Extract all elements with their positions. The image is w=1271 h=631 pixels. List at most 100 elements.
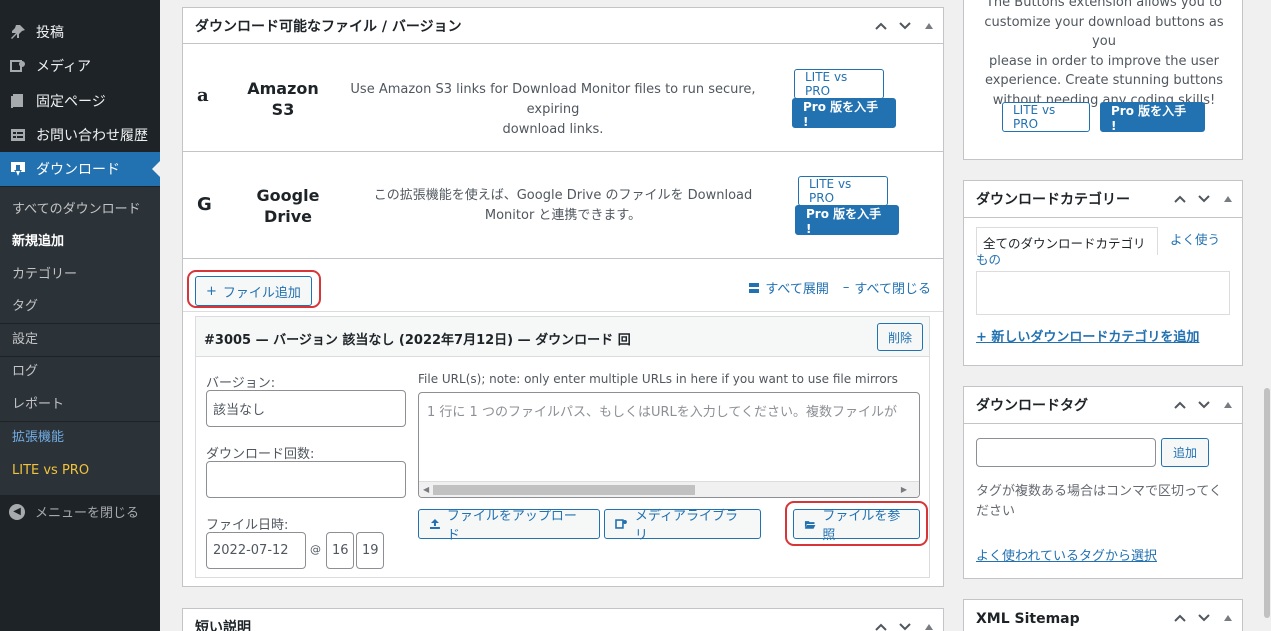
lite-vs-pro-button[interactable]: LITE vs PRO [798, 176, 888, 206]
collapse-menu-button[interactable]: ◀ メニューを閉じる [9, 502, 139, 521]
chevron-up-icon[interactable] [873, 18, 889, 34]
media-icon [615, 519, 627, 529]
extension-amazon-s3: a Amazon S3 Use Amazon S3 links for Down… [183, 45, 943, 152]
pin-icon [9, 23, 27, 41]
menu-label: メディア [36, 59, 92, 75]
toggle-triangle-icon[interactable] [1224, 402, 1232, 408]
chevron-down-icon[interactable] [897, 18, 913, 34]
submenu-tags[interactable]: タグ [12, 297, 38, 317]
chevron-down-icon[interactable] [1196, 191, 1212, 207]
media-icon [9, 57, 27, 75]
tab-popular-cont[interactable]: もの [976, 249, 1001, 268]
popular-tags-link[interactable]: よく使われているタグから選択 [976, 545, 1157, 564]
lite-vs-pro-button[interactable]: LITE vs PRO [794, 69, 884, 99]
files-box-header: ダウンロード可能なファイル / バージョン [183, 8, 943, 44]
menu-item-inquiries[interactable]: お問い合わせ履歴 [0, 118, 160, 152]
submenu-divider [0, 356, 160, 357]
xml-sitemap-box: XML Sitemap [963, 599, 1243, 631]
menu-item-posts[interactable]: 投稿 [0, 15, 160, 49]
page-scrollbar[interactable] [1262, 0, 1271, 631]
submenu-settings[interactable]: 設定 [12, 330, 38, 350]
category-box-title: ダウンロードカテゴリー [976, 192, 1130, 208]
file-url-label: File URL(s); note: only enter multiple U… [418, 372, 898, 386]
submenu-all-downloads[interactable]: すべてのダウンロード [12, 200, 141, 220]
sitemap-box-header: XML Sitemap [964, 600, 1242, 631]
chevron-down-icon[interactable] [1196, 610, 1212, 626]
highlight-ring [785, 501, 928, 546]
get-pro-button[interactable]: Pro 版を入手 ! [795, 205, 899, 236]
version-panel: #3005 — バージョン 該当なし (2022年7月12日) — ダウンロード… [195, 316, 930, 578]
page-scrollbar-thumb[interactable] [1264, 388, 1270, 618]
toggle-triangle-icon[interactable] [1224, 615, 1232, 621]
version-input[interactable]: 該当なし [206, 390, 406, 427]
promo-text: The Buttons extension allows you to cust… [984, 0, 1224, 108]
toggle-triangle-icon[interactable] [925, 23, 933, 29]
scroll-left-icon[interactable]: ◀ [423, 485, 429, 494]
upload-file-button[interactable]: ファイルをアップロード [418, 509, 600, 543]
chevron-up-icon[interactable] [1172, 191, 1188, 207]
category-checklist[interactable] [976, 271, 1230, 315]
version-header[interactable]: #3005 — バージョン 該当なし (2022年7月12日) — ダウンロード… [196, 317, 929, 357]
chevron-up-icon[interactable] [1172, 397, 1188, 413]
tag-box-title: ダウンロードタグ [976, 398, 1088, 414]
lite-vs-pro-button[interactable]: LITE vs PRO [1002, 102, 1090, 132]
chevron-down-icon[interactable] [897, 619, 913, 631]
submenu-logs[interactable]: ログ [12, 362, 38, 382]
tag-box-header: ダウンロードタグ [964, 387, 1242, 424]
category-box-header: ダウンロードカテゴリー [964, 181, 1242, 218]
scroll-right-icon[interactable]: ▶ [901, 485, 907, 494]
add-new-category-link[interactable]: + 新しいダウンロードカテゴリを追加 [976, 326, 1199, 345]
get-pro-button[interactable]: Pro 版を入手 ! [1100, 102, 1205, 133]
download-icon [9, 160, 27, 178]
add-tag-button[interactable]: 追加 [1161, 438, 1209, 467]
expand-icon [749, 282, 760, 293]
submenu-reports[interactable]: レポート [12, 395, 64, 415]
submenu-categories[interactable]: カテゴリー [12, 265, 77, 285]
toggle-triangle-icon[interactable] [925, 624, 933, 630]
menu-item-media[interactable]: メディア [0, 49, 160, 83]
files-box-title: ダウンロード可能なファイル / バージョン [195, 18, 462, 35]
collapse-arrow-icon: ◀ [9, 503, 25, 520]
files-toolbar: + ファイル追加 すべて展開 – すべて閉じる [183, 266, 943, 312]
expand-all-link[interactable]: すべて展開 [748, 278, 829, 297]
extension-description: この拡張機能を使えば、Google Drive のファイルを Download … [373, 188, 753, 223]
page-icon [9, 92, 27, 110]
extension-description: Use Amazon S3 links for Download Monitor… [350, 82, 756, 137]
short-description-box: 短い説明 [182, 608, 944, 631]
collapse-label: メニューを閉じる [35, 506, 140, 521]
menu-item-pages[interactable]: 固定ページ [0, 84, 160, 118]
short-desc-title: 短い説明 [195, 620, 251, 631]
menu-label: 固定ページ [36, 94, 106, 110]
delete-version-button[interactable]: 削除 [876, 323, 923, 351]
file-date-input[interactable]: 2022-07-12 [206, 532, 306, 569]
collapse-all-link[interactable]: – すべて閉じる [843, 278, 931, 297]
inbox-icon [9, 126, 27, 144]
toggle-triangle-icon[interactable] [1224, 196, 1232, 202]
media-library-button[interactable]: メディアライブラリ [604, 509, 761, 543]
download-tag-box: ダウンロードタグ 追加 タグが複数ある場合はコンマで区切ってく ださい よく使わ… [963, 386, 1243, 579]
tag-help-text: タグが複数ある場合はコンマで区切ってく ださい [976, 484, 1222, 519]
extension-name: Google Drive [256, 186, 320, 226]
minute-input[interactable]: 19 [356, 532, 384, 569]
hour-input[interactable]: 16 [326, 532, 354, 569]
chevron-down-icon[interactable] [1196, 397, 1212, 413]
chevron-up-icon[interactable] [1172, 610, 1188, 626]
submenu-extensions[interactable]: 拡張機能 [12, 428, 64, 448]
horizontal-scrollbar[interactable]: ◀ ▶ [419, 481, 919, 497]
file-url-placeholder: 1 行に 1 つのファイルパス、もしくはURLを入力してください。複数ファイルが [427, 405, 897, 420]
chevron-up-icon[interactable] [873, 619, 889, 631]
submenu-divider [0, 323, 160, 324]
submenu-add-new[interactable]: 新規追加 [12, 232, 64, 252]
submenu-lite-vs-pro[interactable]: LITE vs PRO [12, 461, 89, 481]
scrollbar-thumb[interactable] [433, 485, 695, 495]
menu-item-downloads[interactable]: ダウンロード [0, 152, 160, 186]
get-pro-button[interactable]: Pro 版を入手 ! [792, 98, 896, 129]
version-label: バージョン: [206, 376, 276, 391]
menu-label: お問い合わせ履歴 [36, 128, 148, 144]
files-versions-box: ダウンロード可能なファイル / バージョン a Amazon S3 Use Am… [182, 7, 944, 587]
file-url-textarea[interactable]: 1 行に 1 つのファイルパス、もしくはURLを入力してください。複数ファイルが… [418, 392, 920, 498]
tag-input[interactable] [976, 438, 1156, 467]
tab-popular-categories[interactable]: よく使う [976, 231, 1232, 249]
google-logo-icon: G [197, 194, 212, 215]
download-count-input[interactable] [206, 461, 406, 498]
